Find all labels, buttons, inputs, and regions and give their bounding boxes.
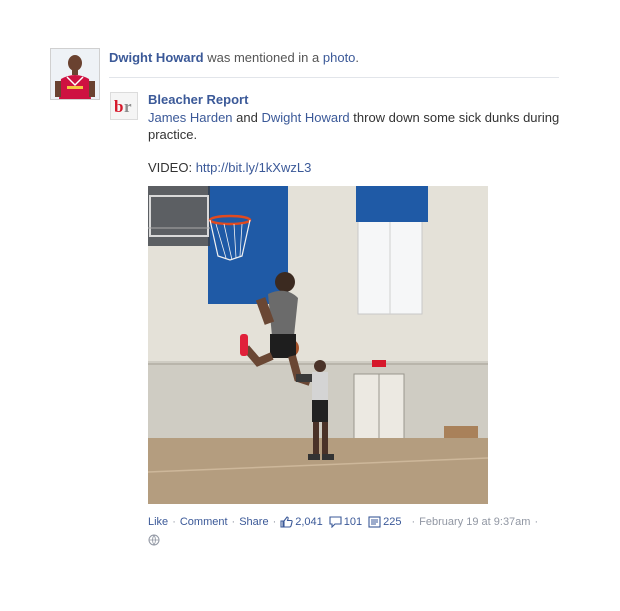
- svg-text:b: b: [114, 97, 123, 116]
- video-url-link[interactable]: http://bit.ly/1kXwzL3: [196, 160, 312, 175]
- like-link[interactable]: Like: [148, 516, 168, 528]
- likes-count[interactable]: 2,041: [280, 516, 323, 528]
- post-photo[interactable]: [148, 186, 488, 504]
- period: .: [355, 50, 360, 65]
- shares-count-value: 225: [383, 516, 402, 528]
- thumbs-up-icon: [280, 516, 293, 528]
- post-message: James Harden and Dwight Howard throw dow…: [148, 109, 568, 143]
- action-text: was mentioned in a: [207, 50, 320, 65]
- share-doc-icon: [368, 516, 381, 528]
- divider: [109, 77, 559, 78]
- globe-icon: [148, 534, 160, 546]
- share-link[interactable]: Share: [239, 516, 268, 528]
- comments-count[interactable]: 101: [329, 516, 362, 528]
- shares-count[interactable]: 225: [368, 516, 402, 528]
- likes-count-value: 2,041: [295, 516, 323, 528]
- story-headline: Dwight Howard was mentioned in a photo.: [109, 50, 359, 65]
- separator: ·: [411, 516, 416, 528]
- and-text: and: [236, 110, 258, 125]
- avatar-image: [51, 49, 99, 99]
- separator: ·: [172, 516, 176, 528]
- separator: ·: [231, 516, 236, 528]
- comment-link[interactable]: Comment: [180, 516, 228, 528]
- separator: ·: [272, 516, 277, 528]
- gym-dunk-image: [148, 186, 488, 504]
- separator: ·: [534, 516, 539, 528]
- video-label: VIDEO:: [148, 160, 193, 175]
- bleacher-report-logo[interactable]: b r: [110, 92, 138, 120]
- video-line: VIDEO: http://bit.ly/1kXwzL3: [148, 160, 311, 175]
- speech-bubble-icon: [329, 516, 342, 528]
- actor-name-link[interactable]: Dwight Howard: [109, 50, 204, 65]
- comments-count-value: 101: [343, 516, 363, 528]
- br-logo-icon: b r: [111, 93, 137, 119]
- source-name-link[interactable]: Bleacher Report: [148, 92, 248, 107]
- mention-dwight-howard[interactable]: Dwight Howard: [262, 110, 350, 125]
- privacy-globe[interactable]: [148, 533, 160, 546]
- profile-avatar[interactable]: [50, 48, 100, 100]
- svg-text:r: r: [124, 97, 132, 116]
- story-actions: Like · Comment · Share · 2,041 101 225 ·…: [148, 516, 542, 528]
- timestamp[interactable]: February 19 at 9:37am: [419, 516, 530, 528]
- photo-link[interactable]: photo: [323, 50, 356, 65]
- mention-james-harden[interactable]: James Harden: [148, 110, 233, 125]
